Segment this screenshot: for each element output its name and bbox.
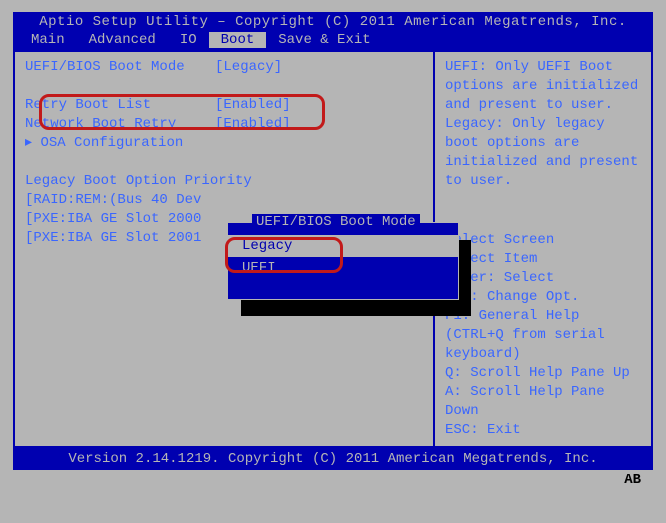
blank-row xyxy=(25,77,423,96)
menu-bar: Main Advanced IO Boot Save & Exit xyxy=(13,32,653,50)
footer-bar: Version 2.14.1219. Copyright (C) 2011 Am… xyxy=(13,448,653,470)
row-boot-mode[interactable]: UEFI/BIOS Boot Mode [Legacy] xyxy=(25,58,423,77)
value-boot-mode: [Legacy] xyxy=(215,58,282,77)
menu-main[interactable]: Main xyxy=(19,32,77,48)
help-description: UEFI: Only UEFI Boot options are initial… xyxy=(445,58,641,191)
value-retry-boot: [Enabled] xyxy=(215,96,291,115)
boot-mode-popup: UEFI/BIOS Boot Mode Legacy UEFI xyxy=(227,222,459,300)
popup-option-legacy[interactable]: Legacy xyxy=(228,235,458,257)
legacy-priority-header: Legacy Boot Option Priority xyxy=(25,172,423,191)
popup-option-uefi[interactable]: UEFI xyxy=(228,257,458,279)
label-retry-boot: Retry Boot List xyxy=(25,96,215,115)
menu-boot[interactable]: Boot xyxy=(209,32,267,48)
menu-save-exit[interactable]: Save & Exit xyxy=(266,32,382,48)
menu-advanced[interactable]: Advanced xyxy=(77,32,168,48)
label-osa-config: OSA Configuration xyxy=(40,134,183,153)
legacy-option-0[interactable]: [RAID:REM:(Bus 40 Dev xyxy=(25,191,423,210)
label-boot-mode: UEFI/BIOS Boot Mode xyxy=(25,58,215,77)
label-network-retry: Network Boot Retry xyxy=(25,115,215,134)
popup-title: UEFI/BIOS Boot Mode xyxy=(252,214,420,230)
help-key-legend: Select Screen Select Item Enter: Select … xyxy=(445,231,641,440)
row-osa-config[interactable]: ▸ OSA Configuration xyxy=(25,134,423,153)
row-retry-boot[interactable]: Retry Boot List [Enabled] xyxy=(25,96,423,115)
row-network-retry[interactable]: Network Boot Retry [Enabled] xyxy=(25,115,423,134)
menu-io[interactable]: IO xyxy=(168,32,209,48)
blank-row xyxy=(25,153,423,172)
chevron-right-icon: ▸ xyxy=(25,134,40,153)
title-bar: Aptio Setup Utility – Copyright (C) 2011… xyxy=(13,12,653,32)
value-network-retry: [Enabled] xyxy=(215,115,291,134)
corner-badge: AB xyxy=(618,472,647,488)
